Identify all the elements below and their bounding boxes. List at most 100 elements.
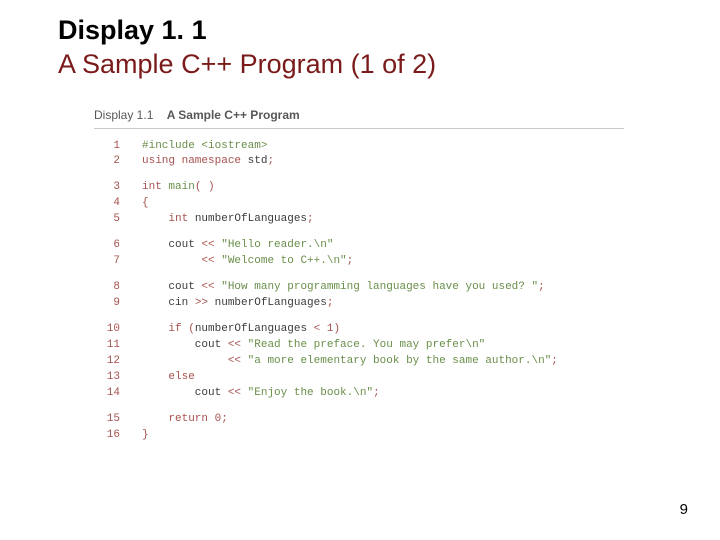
line-content: cout << "Hello reader.\n" bbox=[142, 239, 333, 251]
code-token: << bbox=[228, 355, 241, 367]
code-token bbox=[142, 255, 201, 267]
code-token: << bbox=[201, 255, 214, 267]
line-number: 8 bbox=[94, 280, 120, 296]
code-line: 5 int numberOfLanguages; bbox=[94, 212, 624, 228]
code-token: ; bbox=[221, 413, 228, 425]
line-content: #include <iostream> bbox=[142, 140, 267, 152]
line-content: cout << "Read the preface. You may prefe… bbox=[142, 339, 485, 351]
line-number: 6 bbox=[94, 238, 120, 254]
code-token: ; bbox=[267, 155, 274, 167]
code-token bbox=[241, 387, 248, 399]
code-line: 16} bbox=[94, 428, 624, 444]
code-token bbox=[142, 413, 168, 425]
line-number: 7 bbox=[94, 254, 120, 270]
code-token: else bbox=[168, 371, 194, 383]
code-line: 13 else bbox=[94, 370, 624, 386]
line-number: 11 bbox=[94, 338, 120, 354]
code-token: numberOfLanguages bbox=[208, 297, 327, 309]
code-token: << bbox=[228, 339, 241, 351]
code-token bbox=[142, 323, 168, 335]
code-token: { bbox=[142, 197, 149, 209]
code-token: } bbox=[142, 429, 149, 441]
code-line: 15 return 0; bbox=[94, 412, 624, 428]
code-line: 7 << "Welcome to C++.\n"; bbox=[94, 254, 624, 270]
line-content: using namespace std; bbox=[142, 155, 274, 167]
code-token: main bbox=[168, 181, 194, 193]
code-token: numberOfLanguages bbox=[188, 213, 307, 225]
code-token: "Welcome to C++.\n" bbox=[221, 255, 346, 267]
line-content: cout << "Enjoy the book.\n"; bbox=[142, 387, 380, 399]
code-token: if bbox=[168, 323, 181, 335]
line-number: 15 bbox=[94, 412, 120, 428]
code-block: 3int main( )4{5 int numberOfLanguages; bbox=[94, 180, 624, 228]
code-token: << bbox=[201, 239, 214, 251]
line-number: 10 bbox=[94, 322, 120, 338]
code-token bbox=[142, 371, 168, 383]
code-token: int bbox=[168, 213, 188, 225]
line-number: 5 bbox=[94, 212, 120, 228]
line-content: if (numberOfLanguages < 1) bbox=[142, 323, 340, 335]
line-number: 3 bbox=[94, 180, 120, 196]
code-line: 8 cout << "How many programming language… bbox=[94, 280, 624, 296]
code-block: 1 #include <iostream> 2 using namespace std… bbox=[94, 139, 624, 171]
code-token: "Read the preface. You may prefer\n" bbox=[248, 339, 486, 351]
code-token: "a more elementary book by the same auth… bbox=[248, 355, 552, 367]
code-token bbox=[241, 339, 248, 351]
caption-title: A Sample C++ Program bbox=[167, 108, 300, 122]
code-line: 9 cin >> numberOfLanguages; bbox=[94, 296, 624, 312]
line-content: int main( ) bbox=[142, 181, 215, 193]
code-token: ) bbox=[333, 323, 340, 335]
code-listing: 1 #include <iostream> 2 using namespace std… bbox=[94, 139, 624, 444]
code-block: 6 cout << "Hello reader.\n"7 << "Welcome… bbox=[94, 238, 624, 270]
code-token: #include <iostream> bbox=[142, 140, 267, 152]
code-token bbox=[320, 323, 327, 335]
line-number: 13 bbox=[94, 370, 120, 386]
code-token: ; bbox=[551, 355, 558, 367]
code-line: 12 << "a more elementary book by the sam… bbox=[94, 354, 624, 370]
code-token: cout bbox=[142, 339, 228, 351]
caption-label: Display 1.1 bbox=[94, 108, 153, 122]
line-content: else bbox=[142, 371, 195, 383]
title-line-1: Display 1. 1 bbox=[58, 14, 720, 48]
code-line: 10 if (numberOfLanguages < 1) bbox=[94, 322, 624, 338]
slide-title: Display 1. 1 A Sample C++ Program (1 of … bbox=[58, 14, 720, 82]
figure-caption: Display 1.1 A Sample C++ Program bbox=[94, 108, 624, 129]
line-number: 16 bbox=[94, 428, 120, 444]
line-number: 2 bbox=[94, 154, 120, 170]
line-content: int numberOfLanguages; bbox=[142, 213, 314, 225]
code-token: numberOfLanguages bbox=[195, 323, 314, 335]
code-line: 2 using namespace std; bbox=[94, 154, 624, 170]
code-token: cout bbox=[142, 281, 201, 293]
code-token: >> bbox=[195, 297, 208, 309]
code-block: 10 if (numberOfLanguages < 1)11 cout << … bbox=[94, 322, 624, 402]
code-line: 1 #include <iostream> bbox=[94, 139, 624, 155]
code-token: std bbox=[241, 155, 267, 167]
code-block: 8 cout << "How many programming language… bbox=[94, 280, 624, 312]
code-token: "Enjoy the book.\n" bbox=[248, 387, 373, 399]
line-number: 9 bbox=[94, 296, 120, 312]
slide: Display 1. 1 A Sample C++ Program (1 of … bbox=[0, 0, 720, 540]
code-token: int bbox=[142, 181, 162, 193]
line-content: } bbox=[142, 429, 149, 441]
line-content: return 0; bbox=[142, 413, 228, 425]
code-line: 11 cout << "Read the preface. You may pr… bbox=[94, 338, 624, 354]
code-token: "How many programming languages have you… bbox=[221, 281, 538, 293]
code-line: 6 cout << "Hello reader.\n" bbox=[94, 238, 624, 254]
code-token: ; bbox=[307, 213, 314, 225]
code-token: ; bbox=[373, 387, 380, 399]
code-token: return bbox=[168, 413, 208, 425]
code-token: cin bbox=[142, 297, 195, 309]
code-token: ( bbox=[188, 323, 195, 335]
code-token bbox=[142, 355, 228, 367]
code-line: 3 int main( ) bbox=[94, 180, 624, 196]
title-line-2: A Sample C++ Program (1 of 2) bbox=[58, 48, 720, 82]
code-token bbox=[241, 355, 248, 367]
line-number: 1 bbox=[94, 139, 120, 155]
code-token: << bbox=[228, 387, 241, 399]
line-content: { bbox=[142, 197, 149, 209]
code-block: 15 return 0;16} bbox=[94, 412, 624, 444]
code-token: ; bbox=[327, 297, 334, 309]
line-content: << "a more elementary book by the same a… bbox=[142, 355, 558, 367]
line-number: 14 bbox=[94, 386, 120, 402]
code-token bbox=[208, 413, 215, 425]
